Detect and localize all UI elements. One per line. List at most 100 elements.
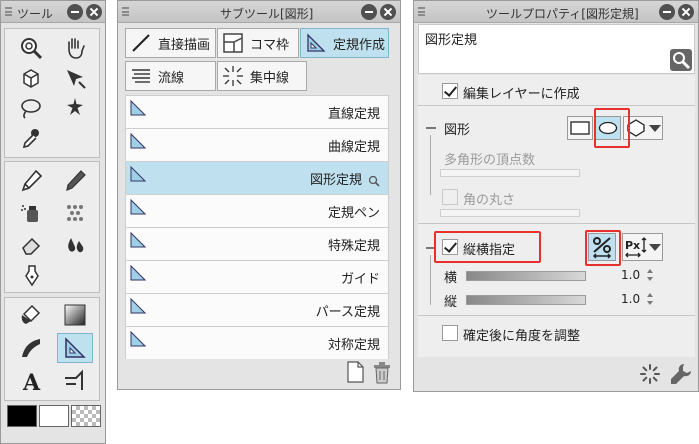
main-color-swatch[interactable]: [7, 405, 37, 427]
ruler-triangle-icon: [130, 298, 146, 314]
close-icon[interactable]: [86, 4, 102, 20]
pixel-size-button[interactable]: Px: [622, 233, 663, 261]
rectangle-shape-button[interactable]: [567, 116, 593, 140]
grip-icon[interactable]: [5, 7, 12, 16]
corner-round-slider[interactable]: [440, 209, 580, 217]
eyedropper-icon[interactable]: [13, 123, 49, 153]
pen-icon[interactable]: [13, 166, 49, 196]
polygon-vertices-slider[interactable]: [440, 169, 580, 177]
list-item-label: 図形定規: [309, 173, 362, 188]
collapse-icon[interactable]: [426, 127, 436, 129]
minimize-icon[interactable]: [659, 4, 675, 20]
decoration-icon[interactable]: [57, 198, 93, 228]
ink-icon[interactable]: [13, 260, 49, 290]
property-body: 編集レイヤーに作成 図形 多角形の頂点数 角の丸さ 縦横指定 Px 横 1.0 …: [418, 75, 695, 357]
close-icon[interactable]: [380, 4, 396, 20]
ruler-triangle-icon: [130, 331, 146, 347]
edit-layer-checkbox[interactable]: [442, 83, 458, 99]
list-item-label: 特殊定規: [327, 239, 380, 254]
fill-icon[interactable]: [13, 300, 49, 330]
list-item[interactable]: パース定規: [125, 293, 389, 326]
magnifier-small-icon[interactable]: [368, 175, 380, 187]
grip-icon[interactable]: [122, 7, 129, 16]
wrench-icon[interactable]: [668, 361, 694, 387]
airbrush-icon[interactable]: [13, 198, 49, 228]
list-item[interactable]: 直線定規: [125, 95, 389, 128]
tab-direct-draw[interactable]: 直接描画: [125, 28, 216, 58]
ruler-icon[interactable]: [57, 333, 93, 363]
list-item[interactable]: ガイド: [125, 260, 389, 293]
move-icon[interactable]: [57, 63, 93, 93]
list-item-label: ガイド: [340, 272, 380, 287]
figure-icon[interactable]: [13, 333, 49, 363]
minimize-icon[interactable]: [67, 4, 83, 20]
width-slider[interactable]: [466, 271, 586, 281]
svg-text:Px: Px: [625, 239, 640, 252]
magic-wand-icon[interactable]: [57, 93, 93, 123]
magnifier-settings-icon[interactable]: [670, 49, 692, 71]
tab-ruler-create[interactable]: 定規作成: [300, 28, 389, 58]
minimize-icon[interactable]: [361, 4, 377, 20]
text-icon[interactable]: A: [13, 366, 49, 396]
height-label: 縦: [444, 295, 458, 310]
sub-color-swatch[interactable]: [39, 405, 69, 427]
hand-icon[interactable]: [57, 33, 93, 63]
chevron-down-icon[interactable]: [649, 125, 661, 132]
height-slider[interactable]: [466, 295, 586, 305]
property-panel-titlebar[interactable]: ツールプロパティ[図形定規]: [414, 1, 698, 23]
transparent-color-swatch[interactable]: [71, 405, 101, 427]
chevron-down-icon[interactable]: [649, 244, 661, 251]
tool-panel-title: ツール: [17, 7, 54, 21]
focus-line-icon: [223, 66, 243, 86]
tab-streamline[interactable]: 流線: [125, 61, 216, 91]
loading-icon[interactable]: [639, 363, 661, 385]
ruler-triangle-icon: [130, 199, 146, 215]
gradient-icon[interactable]: [57, 300, 93, 330]
object-icon[interactable]: [13, 63, 49, 93]
list-item-label: パース定規: [315, 305, 380, 320]
list-item[interactable]: 特殊定規: [125, 227, 389, 260]
property-header: 図形定規: [418, 24, 695, 74]
tab-label: コマ枠: [250, 37, 290, 53]
ruler-triangle-icon: [130, 100, 146, 116]
width-spinner-icon[interactable]: [646, 269, 653, 281]
tool-panel: ツール A: [0, 0, 106, 444]
tab-label: 直接描画: [158, 37, 211, 53]
adjust-angle-checkbox[interactable]: [442, 325, 458, 341]
pixel-size-icon: Px: [625, 237, 647, 258]
list-item[interactable]: 曲線定規: [125, 128, 389, 161]
blend-icon[interactable]: [57, 230, 93, 260]
list-item-label: 曲線定規: [327, 140, 380, 155]
list-item[interactable]: 定規ペン: [125, 194, 389, 227]
tab-frame[interactable]: コマ枠: [217, 28, 299, 58]
corner-round-label: 角の丸さ: [463, 193, 516, 208]
new-page-icon[interactable]: [346, 361, 364, 383]
pencil-icon[interactable]: [57, 166, 93, 196]
subtool-list: 直線定規 曲線定規 図形定規 定規ペン 特殊定規 ガイド パース定規 対称定規: [125, 95, 389, 359]
highlight-ellipse-box: [594, 108, 630, 148]
subtool-panel-titlebar[interactable]: サブツール[図形]: [118, 1, 400, 23]
eraser-icon[interactable]: [13, 230, 49, 260]
magnifier-icon[interactable]: [13, 33, 49, 63]
trash-icon[interactable]: [371, 360, 393, 384]
close-icon[interactable]: [678, 4, 694, 20]
grip-icon[interactable]: [418, 7, 425, 16]
tab-focus-line[interactable]: 集中線: [217, 61, 307, 91]
corner-round-checkbox[interactable]: [442, 189, 458, 205]
tab-label: 流線: [158, 70, 185, 86]
highlight-aspect-box: [434, 231, 541, 263]
frame-icon: [223, 33, 243, 53]
list-item-label: 対称定規: [327, 338, 380, 353]
list-item-label: 定規ペン: [327, 206, 380, 221]
height-spinner-icon[interactable]: [646, 293, 653, 305]
ruler-triangle-icon: [130, 265, 146, 281]
height-value[interactable]: 1.0: [621, 292, 640, 306]
width-label: 横: [444, 271, 458, 286]
tool-panel-titlebar[interactable]: ツール: [1, 1, 105, 23]
list-item[interactable]: 対称定規: [125, 326, 389, 359]
streamline-icon: [132, 69, 150, 83]
list-item-selected[interactable]: 図形定規: [125, 161, 389, 194]
width-value[interactable]: 1.0: [621, 268, 640, 282]
lasso-icon[interactable]: [13, 93, 49, 123]
balloon-icon[interactable]: [57, 366, 93, 396]
